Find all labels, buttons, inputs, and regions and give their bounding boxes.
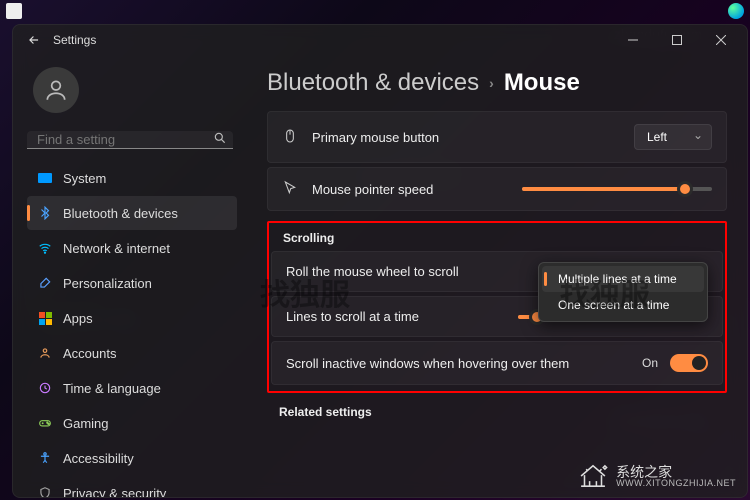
sidebar-item-accounts[interactable]: Accounts: [27, 336, 237, 370]
apps-icon: [37, 310, 53, 326]
primary-mouse-button-row: Primary mouse button Left: [267, 111, 727, 163]
primary-button-select[interactable]: Left: [634, 124, 712, 150]
main-panel: Bluetooth & devices › Mouse Primary mous…: [243, 55, 747, 497]
search-input[interactable]: [37, 132, 213, 147]
search-field[interactable]: [27, 131, 233, 149]
sidebar-item-system[interactable]: System: [27, 161, 237, 195]
sidebar-item-apps[interactable]: Apps: [27, 301, 237, 335]
roll-wheel-options-flyout: Multiple lines at a time One screen at a…: [538, 262, 708, 322]
desktop: zhaodufu.com zhaodufu.com zhaodufu.com z…: [0, 0, 750, 500]
sidebar-item-label: Privacy & security: [63, 486, 166, 498]
breadcrumb-page: Mouse: [504, 69, 580, 97]
sidebar-item-privacy[interactable]: Privacy & security: [27, 476, 237, 497]
sidebar-item-label: Gaming: [63, 416, 109, 431]
section-title: Scrolling: [271, 227, 723, 251]
sidebar-item-network[interactable]: Network & internet: [27, 231, 237, 265]
account-row[interactable]: [27, 61, 243, 125]
sidebar-item-accessibility[interactable]: Accessibility: [27, 441, 237, 475]
titlebar: Settings: [13, 25, 747, 55]
sidebar-item-label: Personalization: [63, 276, 152, 291]
close-button[interactable]: [699, 25, 743, 55]
row-label: Roll the mouse wheel to scroll: [286, 264, 526, 279]
pointer-speed-row: Mouse pointer speed: [267, 167, 727, 211]
sidebar-item-personalization[interactable]: Personalization: [27, 266, 237, 300]
sidebar-item-label: Accessibility: [63, 451, 134, 466]
shield-icon: [37, 485, 53, 497]
avatar: [33, 67, 79, 113]
window-content: System Bluetooth & devices Network & int…: [13, 55, 747, 497]
option-one-screen[interactable]: One screen at a time: [542, 292, 704, 318]
clock-icon: [37, 380, 53, 396]
app-title: Settings: [53, 33, 96, 47]
row-label: Lines to scroll at a time: [286, 309, 506, 324]
mouse-icon: [282, 128, 300, 146]
chevron-right-icon: ›: [489, 75, 494, 91]
taskbar-app-icon[interactable]: [6, 3, 22, 19]
person-icon: [37, 345, 53, 361]
sidebar-item-label: Apps: [63, 311, 93, 326]
scrolling-section-highlight: Scrolling Roll the mouse wheel to scroll…: [267, 221, 727, 393]
option-multiple-lines[interactable]: Multiple lines at a time: [542, 266, 704, 292]
row-label: Mouse pointer speed: [312, 182, 510, 197]
search-icon: [213, 131, 227, 148]
brush-icon: [37, 275, 53, 291]
sidebar-item-label: Accounts: [63, 346, 116, 361]
wifi-icon: [37, 240, 53, 256]
row-label: Primary mouse button: [312, 130, 622, 145]
scroll-inactive-row: Scroll inactive windows when hovering ov…: [271, 341, 723, 385]
related-settings-title: Related settings: [267, 393, 727, 425]
taskbar-edge-icon[interactable]: [728, 3, 744, 19]
system-icon: [37, 170, 53, 186]
scroll-inactive-toggle[interactable]: [670, 354, 708, 372]
row-label: Scroll inactive windows when hovering ov…: [286, 356, 630, 371]
cursor-icon: [282, 180, 300, 198]
gamepad-icon: [37, 415, 53, 431]
minimize-button[interactable]: [611, 25, 655, 55]
accessibility-icon: [37, 450, 53, 466]
sidebar-item-time-language[interactable]: Time & language: [27, 371, 237, 405]
desktop-top-row: [0, 0, 750, 22]
back-button[interactable]: [25, 31, 43, 49]
sidebar-item-label: Network & internet: [63, 241, 170, 256]
roll-wheel-row: Roll the mouse wheel to scroll Multiple …: [271, 251, 723, 292]
sidebar-item-label: System: [63, 171, 106, 186]
sidebar-item-bluetooth-devices[interactable]: Bluetooth & devices: [27, 196, 237, 230]
settings-window: Settings: [12, 24, 748, 498]
sidebar: System Bluetooth & devices Network & int…: [13, 55, 243, 497]
bluetooth-icon: [37, 205, 53, 221]
pointer-speed-slider[interactable]: [522, 187, 712, 191]
toggle-state-label: On: [642, 356, 658, 370]
nav-list: System Bluetooth & devices Network & int…: [27, 161, 237, 497]
breadcrumb: Bluetooth & devices › Mouse: [267, 69, 727, 97]
breadcrumb-category[interactable]: Bluetooth & devices: [267, 69, 479, 97]
sidebar-item-label: Time & language: [63, 381, 161, 396]
maximize-button[interactable]: [655, 25, 699, 55]
sidebar-item-label: Bluetooth & devices: [63, 206, 178, 221]
sidebar-item-gaming[interactable]: Gaming: [27, 406, 237, 440]
